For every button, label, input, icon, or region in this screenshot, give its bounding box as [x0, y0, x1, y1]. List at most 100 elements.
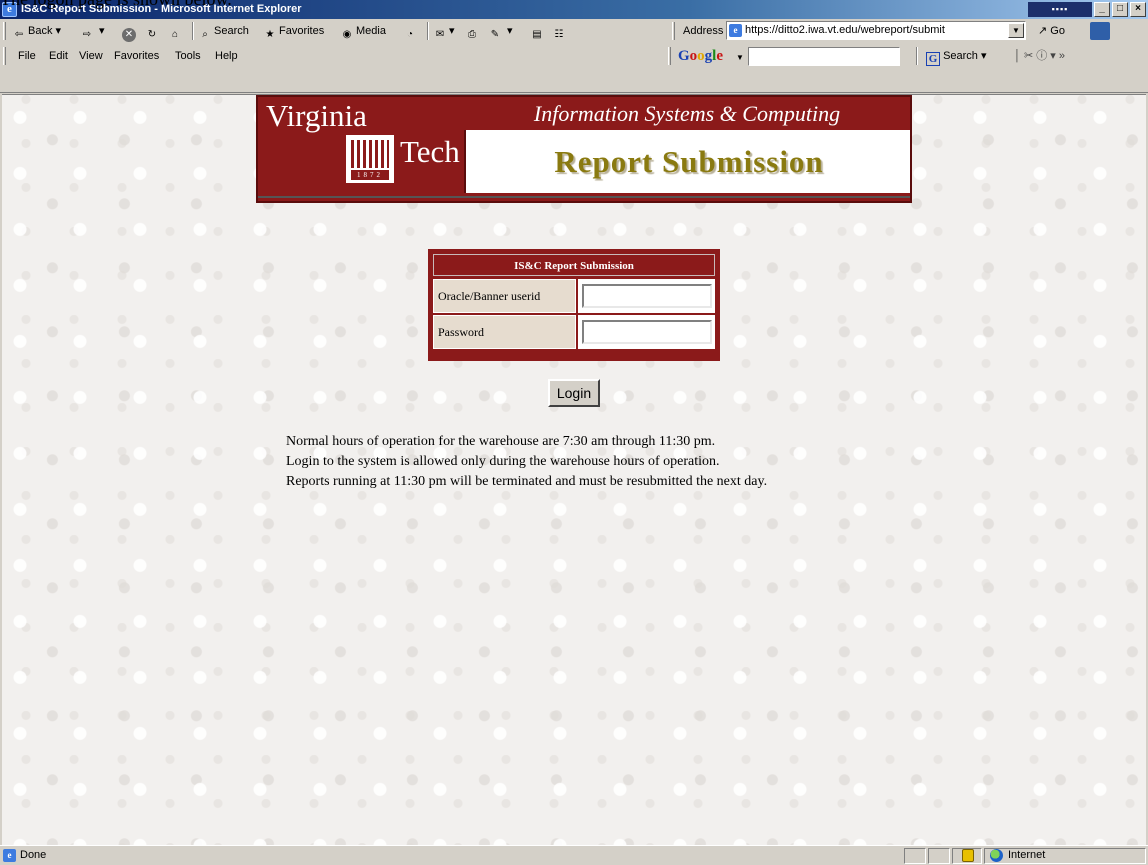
login-heading: IS&C Report Submission [433, 254, 715, 276]
header-banner: Virginia 1872 Tech Information Systems &… [256, 95, 912, 203]
forward-arrow-icon: ⇨ [82, 29, 92, 40]
standard-toolbar: ⇦ Back ▾ ⇨ ▾ ✕ ↻ ⌂ ⌕ Search ★ Favorites ◉ Me… [0, 19, 1148, 43]
discuss-icon: ▤ [532, 29, 542, 40]
status-text: Done [20, 849, 47, 861]
go-arrow-icon: ↗ [1038, 25, 1048, 37]
media-button[interactable]: ◉ Media [340, 21, 386, 41]
toolbar-separator [427, 22, 429, 40]
password-label: Password [433, 315, 576, 349]
more-chevron-icon[interactable]: » [1059, 50, 1065, 62]
lock-icon[interactable] [962, 849, 974, 862]
google-menu-dropdown[interactable]: ▼ [736, 53, 744, 62]
google-search-input[interactable] [748, 47, 900, 66]
building-columns [351, 140, 389, 168]
menu-toolbar: File Edit View Favorites Tools Help Goog… [0, 44, 1148, 68]
menu-tools[interactable]: Tools [175, 44, 201, 68]
toolbar-grip[interactable] [672, 22, 675, 40]
go-label: Go [1050, 25, 1065, 37]
print-button[interactable]: ⎙ [465, 21, 481, 41]
messenger-button[interactable]: ☷ [552, 21, 568, 41]
toolbar-area: ⇦ Back ▾ ⇨ ▾ ✕ ↻ ⌂ ⌕ Search ★ Favorites ◉ Me… [0, 19, 1148, 93]
virginia-tech-logo: Virginia 1872 Tech [260, 97, 465, 193]
refresh-icon: ↻ [147, 29, 157, 40]
logo-year: 1872 [351, 170, 389, 180]
info-icon: ⓘ [1036, 50, 1048, 62]
logo-tech: Tech [400, 134, 460, 169]
password-row: Password [433, 315, 715, 349]
menu-edit[interactable]: Edit [49, 44, 68, 68]
back-button[interactable]: ⇦ Back ▾ [12, 21, 61, 41]
home-button[interactable]: ⌂ [168, 21, 184, 41]
media-label: Media [356, 25, 386, 37]
menu-file[interactable]: File [18, 44, 36, 68]
note-hours: Normal hours of operation for the wareho… [286, 434, 716, 449]
userid-cell [578, 279, 715, 313]
note-termination: Reports running at 11:30 pm will be term… [286, 474, 768, 489]
menu-view[interactable]: View [79, 44, 103, 68]
document-caption: The logon page is shown below. [0, 0, 232, 8]
banner-title: Report Submission [554, 144, 824, 179]
address-bar[interactable]: e https://ditto2.iwa.vt.edu/webreport/su… [726, 21, 1026, 40]
window-controls: _ □ × [1094, 2, 1146, 17]
operation-notes: Normal hours of operation for the wareho… [286, 432, 986, 492]
login-button[interactable]: Login [548, 379, 600, 407]
search-label: Search [214, 25, 249, 37]
stop-button[interactable]: ✕ [122, 21, 138, 42]
toolbar-separator [916, 47, 918, 65]
address-url: https://ditto2.iwa.vt.edu/webreport/subm… [745, 24, 945, 36]
discuss-button[interactable]: ▤ [530, 21, 546, 41]
note-login-window: Login to the system is allowed only duri… [286, 454, 720, 469]
home-icon: ⌂ [171, 29, 179, 40]
google-g-icon: G [926, 52, 940, 66]
status-panel [904, 848, 926, 864]
google-search-label: Search [943, 50, 978, 62]
maximize-button[interactable]: □ [1112, 2, 1128, 17]
address-dropdown-button[interactable]: ▼ [1008, 23, 1024, 38]
media-icon: ◉ [342, 29, 352, 40]
address-label: Address [683, 25, 724, 37]
browser-window: e IS&C Report Submission - Microsoft Int… [0, 0, 1148, 865]
mail-icon: ✉ [435, 29, 445, 40]
refresh-button[interactable]: ↻ [145, 21, 161, 41]
menu-help[interactable]: Help [215, 44, 238, 68]
google-search-button[interactable]: G Search ▾ [926, 46, 987, 66]
banner-title-box: Report Submission [464, 130, 910, 193]
edit-icon: ✎ [490, 29, 500, 40]
toolbar-grip[interactable] [3, 22, 6, 40]
burruss-hall-icon: 1872 [346, 135, 394, 183]
password-input[interactable] [582, 320, 712, 344]
mail-button[interactable]: ✉ ▾ [433, 21, 455, 41]
edit-button[interactable]: ✎ ▾ [488, 21, 513, 41]
status-bar: e Done Internet [0, 845, 1148, 865]
login-form: IS&C Report Submission Oracle/Banner use… [428, 249, 720, 361]
favorites-button[interactable]: ★ Favorites [263, 21, 325, 41]
search-icon: ⌕ [202, 29, 208, 40]
userid-input[interactable] [582, 284, 712, 308]
go-button[interactable]: ↗ Go [1038, 21, 1065, 41]
toolbar-separator [192, 22, 194, 40]
page-viewport: Virginia 1872 Tech Information Systems &… [2, 94, 1146, 845]
minimize-button[interactable]: _ [1094, 2, 1110, 17]
history-icon: ◔ [406, 29, 414, 40]
page-status-icon: e [3, 849, 16, 862]
toolbar-extra-buttons[interactable]: │ ✂ ⓘ ▾ » [1014, 46, 1065, 66]
forward-button[interactable]: ⇨ ▾ [80, 21, 105, 41]
google-logo: Google [678, 48, 724, 64]
taskbar-tray-icons: ▪▪▪▪ [1028, 2, 1092, 17]
toolbar-grip[interactable] [668, 47, 671, 65]
password-cell [578, 315, 715, 349]
close-button[interactable]: × [1130, 2, 1146, 17]
zone-text: Internet [1008, 849, 1046, 861]
status-panel [928, 848, 950, 864]
userid-row: Oracle/Banner userid [433, 279, 715, 313]
back-label: Back [28, 25, 53, 37]
windows-logo-icon [1090, 22, 1110, 40]
history-button[interactable]: ◔ [403, 21, 419, 41]
messenger-icon: ☷ [554, 29, 564, 40]
back-arrow-icon: ⇦ [14, 29, 24, 40]
stop-icon: ✕ [122, 28, 136, 42]
internet-zone-icon [990, 849, 1003, 862]
search-button[interactable]: ⌕ Search [198, 21, 249, 41]
toolbar-grip[interactable] [3, 47, 6, 65]
menu-favorites[interactable]: Favorites [114, 44, 159, 68]
